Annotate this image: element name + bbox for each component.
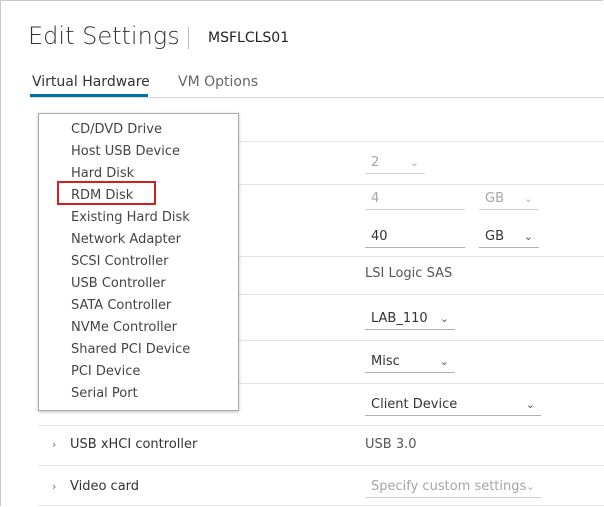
- title-divider: [188, 27, 189, 49]
- hard-disk-unit-select[interactable]: GB ⌄: [479, 226, 539, 248]
- cpu-value: 2: [371, 155, 380, 170]
- chevron-down-icon: ⌄: [525, 480, 535, 493]
- menu-item-existing-hard-disk[interactable]: Existing Hard Disk: [71, 210, 190, 225]
- chevron-right-icon[interactable]: ›: [52, 438, 56, 451]
- tab-divider: [30, 97, 604, 98]
- chevron-down-icon: ⌄: [523, 230, 533, 243]
- menu-item-hard-disk[interactable]: Hard Disk: [71, 166, 134, 181]
- cpu-select[interactable]: 2 ⌄: [365, 152, 425, 174]
- menu-item-scsi-controller[interactable]: SCSI Controller: [71, 254, 169, 269]
- hard-disk-size: 40: [371, 229, 388, 244]
- cd-dvd-value: Misc: [371, 354, 400, 369]
- tab-virtual-hardware[interactable]: Virtual Hardware: [32, 74, 150, 90]
- row-divider: [38, 505, 604, 506]
- scsi-controller-value: LSI Logic SAS: [365, 266, 453, 281]
- cd-dvd-select[interactable]: Misc ⌄: [365, 351, 455, 373]
- chevron-down-icon: ⌄: [439, 312, 449, 325]
- network-select[interactable]: LAB_110 ⌄: [365, 308, 455, 330]
- menu-item-pci-device[interactable]: PCI Device: [71, 364, 140, 379]
- chevron-down-icon: ⌄: [525, 398, 535, 411]
- chevron-down-icon: ⌄: [439, 355, 449, 368]
- add-device-menu: CD/DVD Drive Host USB Device Hard Disk R…: [38, 113, 239, 411]
- hard-disk-unit: GB: [485, 229, 504, 244]
- dialog-title: Edit Settings: [28, 22, 180, 50]
- memory-unit: GB: [485, 191, 504, 206]
- usb-controller-label: USB xHCI controller: [70, 437, 198, 452]
- menu-item-network-adapter[interactable]: Network Adapter: [71, 232, 181, 247]
- tab-vm-options[interactable]: VM Options: [178, 74, 258, 90]
- memory-value: 4: [371, 191, 380, 206]
- usb-controller-value: USB 3.0: [365, 437, 417, 452]
- row-divider: [38, 425, 604, 426]
- video-card-value: Specify custom settings: [371, 479, 527, 494]
- memory-input[interactable]: 4: [365, 188, 465, 210]
- device-select[interactable]: Client Device ⌄: [365, 394, 541, 416]
- device-value: Client Device: [371, 397, 458, 412]
- menu-item-cd-dvd-drive[interactable]: CD/DVD Drive: [71, 122, 162, 137]
- menu-item-usb-controller[interactable]: USB Controller: [71, 276, 166, 291]
- menu-item-nvme-controller[interactable]: NVMe Controller: [71, 320, 177, 335]
- menu-item-serial-port[interactable]: Serial Port: [71, 386, 138, 401]
- rdm-disk-highlight: [57, 181, 156, 205]
- video-card-label: Video card: [70, 479, 140, 494]
- hard-disk-size-input[interactable]: 40: [365, 226, 465, 248]
- network-value: LAB_110: [371, 311, 428, 326]
- vm-name: MSFLCLS01: [208, 30, 290, 46]
- row-divider: [38, 465, 604, 466]
- chevron-right-icon[interactable]: ›: [52, 480, 56, 493]
- chevron-down-icon: ⌄: [409, 156, 419, 169]
- memory-unit-select[interactable]: GB ⌄: [479, 188, 539, 210]
- video-card-select[interactable]: Specify custom settings ⌄: [365, 476, 541, 498]
- menu-item-host-usb-device[interactable]: Host USB Device: [71, 144, 180, 159]
- menu-item-sata-controller[interactable]: SATA Controller: [71, 298, 171, 313]
- menu-item-shared-pci-device[interactable]: Shared PCI Device: [71, 342, 190, 357]
- chevron-down-icon: ⌄: [523, 192, 533, 205]
